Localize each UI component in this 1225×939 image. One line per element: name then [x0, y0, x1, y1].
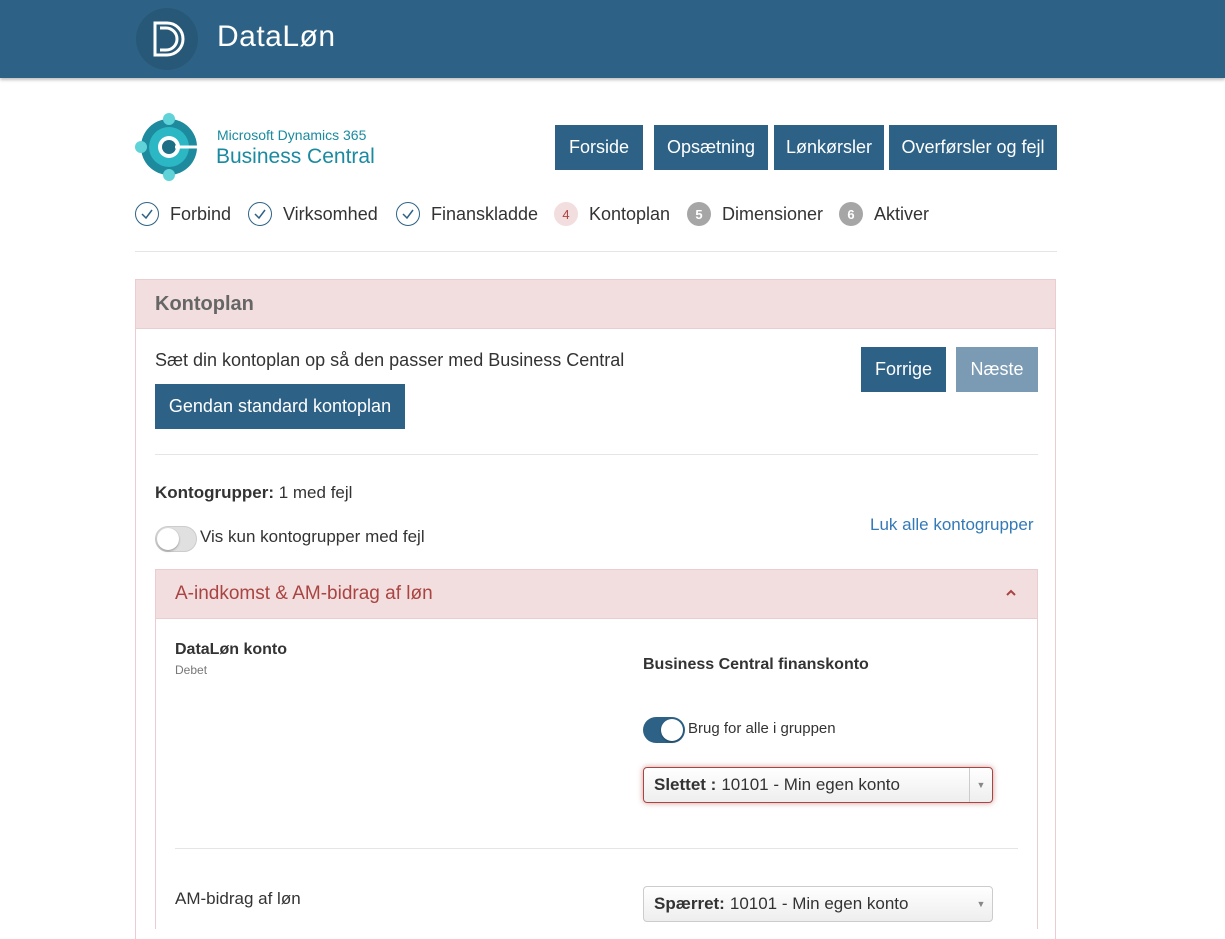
account-groups-value: 1 med fejl	[278, 483, 353, 502]
step-label: Virksomhed	[283, 203, 378, 224]
dataloen-account-subtitle: Debet	[175, 663, 208, 677]
step-label: Kontoplan	[589, 203, 671, 224]
errors-only-toggle-label: Vis kun kontogrupper med fejl	[200, 527, 425, 546]
top-bar: DataLøn	[0, 0, 1225, 78]
divider	[175, 848, 1018, 849]
account-groups-status: Kontogrupper: 1 med fejl	[155, 483, 352, 503]
step-dimensioner[interactable]: 5 Dimensioner	[687, 201, 823, 227]
step-number: 4	[554, 202, 578, 226]
check-circle-icon	[396, 202, 420, 226]
chevron-up-icon[interactable]	[1004, 586, 1018, 600]
use-for-all-toggle[interactable]	[643, 717, 685, 743]
step-kontoplan[interactable]: 4 Kontoplan	[554, 201, 670, 227]
dataloen-account-title: DataLøn konto	[175, 641, 287, 658]
account-group-header[interactable]: A-indkomst & AM-bidrag af løn	[156, 570, 1037, 619]
errors-only-toggle[interactable]	[155, 526, 197, 552]
step-label: Dimensioner	[722, 203, 824, 224]
next-button[interactable]: Næste	[956, 347, 1038, 392]
step-virksomhed[interactable]: Virksomhed	[248, 201, 378, 227]
step-number: 6	[839, 202, 863, 226]
account-group-title: A-indkomst & AM-bidrag af løn	[175, 583, 433, 604]
check-circle-icon	[248, 202, 272, 226]
dataloen-logo-icon[interactable]	[135, 7, 199, 71]
select-status-prefix: Slettet :	[654, 775, 717, 794]
bc-account-select-2[interactable]: Spærret: 10101 - Min egen konto ▼	[643, 886, 993, 922]
step-label: Forbind	[170, 203, 232, 224]
business-central-logo-icon	[135, 113, 197, 181]
account-groups-label: Kontogrupper:	[155, 483, 274, 502]
dropdown-arrow-icon[interactable]: ▼	[970, 887, 992, 921]
nav-overfoersler-button[interactable]: Overførsler og fejl	[889, 125, 1057, 170]
select-status-prefix: Spærret:	[654, 894, 725, 913]
toggle-knob	[157, 528, 179, 550]
toggle-knob	[661, 719, 683, 741]
panel-header: Kontoplan	[136, 280, 1055, 329]
step-forbind[interactable]: Forbind	[135, 201, 231, 227]
step-label: Finanskladde	[431, 203, 539, 224]
divider	[155, 454, 1038, 455]
nav-opsaetning-button[interactable]: Opsætning	[654, 125, 768, 170]
restore-default-button[interactable]: Gendan standard kontoplan	[155, 384, 405, 429]
check-circle-icon	[135, 202, 159, 226]
select-value: 10101 - Min egen konto	[721, 775, 900, 794]
brand-line-2: Business Central	[216, 145, 375, 168]
use-for-all-label: Brug for alle i gruppen	[688, 720, 836, 737]
row-label: AM-bidrag af løn	[175, 889, 301, 908]
nav-loenkoersler-button[interactable]: Lønkørsler	[774, 125, 884, 170]
nav-forside-button[interactable]: Forside	[555, 125, 643, 170]
account-group-panel: A-indkomst & AM-bidrag af løn	[155, 569, 1038, 929]
app-title: DataLøn	[217, 20, 336, 53]
step-aktiver[interactable]: 6 Aktiver	[839, 201, 929, 227]
close-all-groups-link[interactable]: Luk alle kontogrupper	[870, 515, 1034, 535]
previous-button[interactable]: Forrige	[861, 347, 946, 392]
step-label: Aktiver	[874, 203, 930, 224]
bc-account-title: Business Central finanskonto	[643, 656, 869, 673]
panel-title: Kontoplan	[155, 293, 254, 315]
dropdown-arrow-icon[interactable]: ▼	[969, 768, 992, 802]
brand-line-1: Microsoft Dynamics 365	[217, 127, 367, 143]
step-number: 5	[687, 202, 711, 226]
select-value: 10101 - Min egen konto	[729, 894, 909, 913]
panel-description: Sæt din kontoplan op så den passer med B…	[155, 350, 625, 370]
bc-account-select[interactable]: Slettet : 10101 - Min egen konto ▼	[643, 767, 993, 803]
divider	[135, 251, 1057, 252]
step-finanskladde[interactable]: Finanskladde	[396, 201, 538, 227]
